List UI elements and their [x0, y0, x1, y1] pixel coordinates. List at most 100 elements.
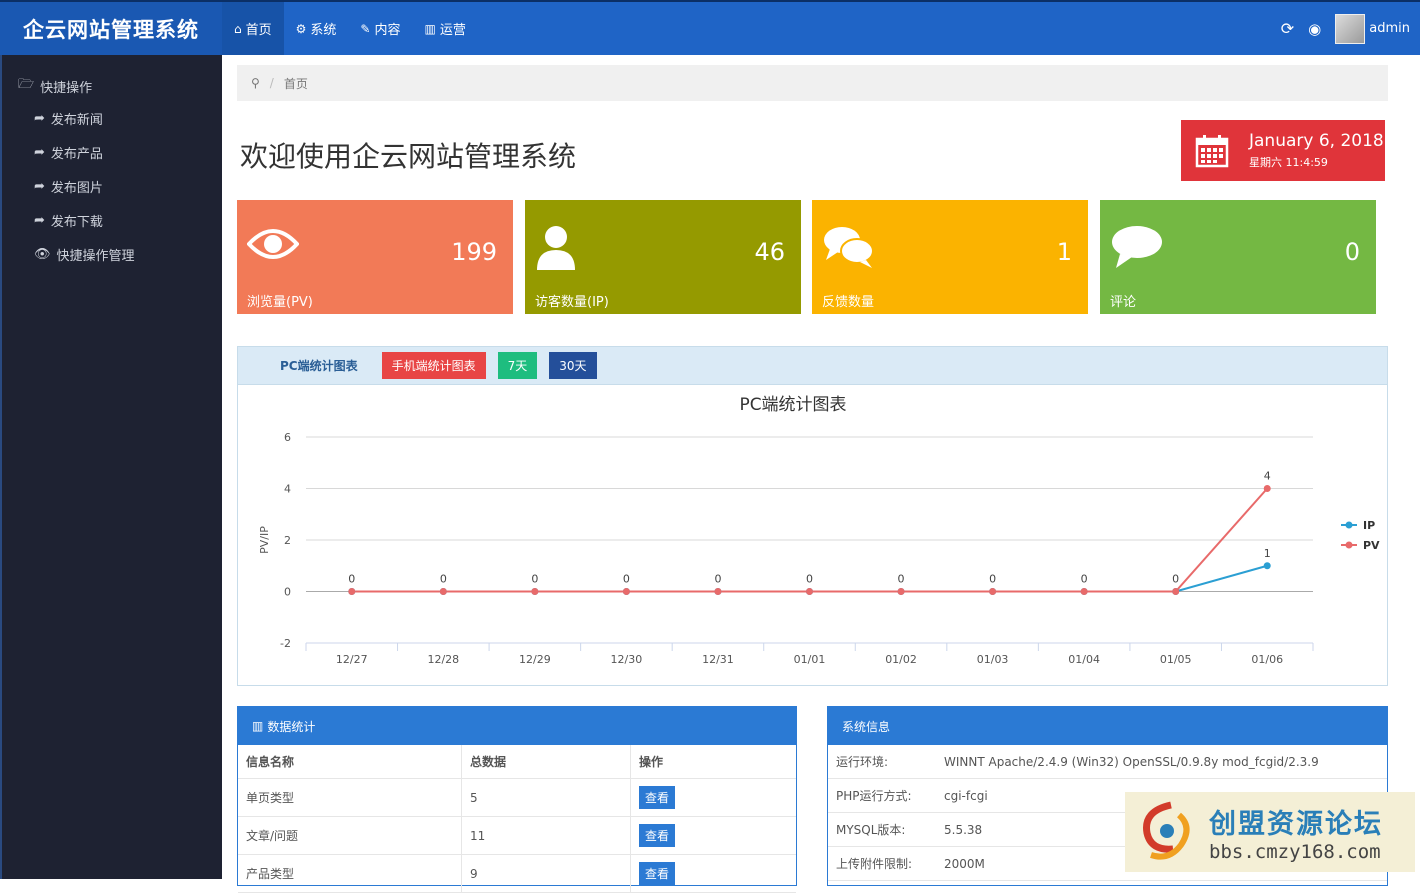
share-arrow-icon: ➦ [34, 111, 45, 126]
data-point-pv [531, 588, 539, 595]
main-nav: ⌂ 首页 ⚙ 系统 ✎ 内容 ▥ 运营 [222, 2, 478, 55]
calendar-icon [1195, 134, 1229, 167]
info-value: 5.5.38 [944, 822, 983, 837]
edit-icon: ✎ [360, 21, 371, 36]
watermark-title: 创盟资源论坛 [1209, 808, 1383, 840]
nav-system[interactable]: ⚙ 系统 [284, 2, 349, 55]
sidebar-item-publish-image[interactable]: ➦ 发布图片 [34, 177, 103, 196]
date-text: January 6, 2018 [1249, 131, 1384, 151]
sidebar-item-label: 发布下载 [50, 215, 103, 230]
data-label: 0 [1172, 573, 1179, 586]
sidebar-header[interactable]: 🗁 快捷操作 [18, 75, 92, 97]
map-marker-icon: ⚲ [251, 76, 260, 90]
app-title[interactable]: 企云网站管理系统 [0, 2, 222, 55]
info-value: WINNT Apache/2.4.9 (Win32) OpenSSL/0.9.8… [944, 754, 1319, 769]
sidebar-item-label: 发布新闻 [50, 113, 103, 128]
sidebar-item-publish-download[interactable]: ➦ 发布下载 [34, 211, 103, 230]
sidebar: 🗁 快捷操作 ➦ 发布新闻 ➦ 发布产品 ➦ 发布图片 ➦ 发布下载 👁 快捷操… [0, 55, 222, 879]
stat-label: 评论 [1110, 295, 1137, 310]
sidebar-item-publish-product[interactable]: ➦ 发布产品 [34, 143, 103, 162]
watermark: 创盟资源论坛 bbs.cmzy168.com [1125, 792, 1415, 872]
eye-small-icon: 👁 [34, 247, 51, 262]
data-stats-panel: ▥ 数据统计 信息名称 总数据 操作 单页类型 5 查看 文章/问题 11 查看… [237, 706, 797, 893]
sidebar-item-shortcut-manage[interactable]: 👁 快捷操作管理 [34, 245, 135, 264]
data-point-pv [714, 588, 722, 595]
data-point-pv [1080, 588, 1088, 595]
date-box: January 6, 2018 星期六 11:4:59 [1181, 120, 1385, 181]
x-tick-label: 12/31 [702, 653, 734, 666]
sidebar-item-label: 发布图片 [50, 181, 103, 196]
table-header-row: 信息名称 总数据 操作 [238, 745, 796, 779]
data-point-pv [622, 588, 630, 595]
view-button[interactable]: 查看 [639, 786, 676, 809]
chart-panel-header: PC端统计图表 手机端统计图表 7天 30天 [238, 347, 1387, 385]
data-point-pv [348, 588, 356, 595]
x-tick-label: 12/28 [427, 653, 459, 666]
view-button[interactable]: 查看 [639, 824, 676, 847]
data-point-pv [806, 588, 813, 595]
data-label: 0 [440, 573, 447, 586]
nav-home[interactable]: ⌂ 首页 [222, 2, 284, 55]
share-arrow-icon: ➦ [34, 179, 45, 194]
weekday-time-text: 星期六 11:4:59 [1249, 156, 1328, 169]
sidebar-item-label: 快捷操作管理 [56, 249, 135, 264]
x-tick-label: 12/30 [611, 653, 643, 666]
stat-card-feedback[interactable]: 1 反馈数量 [812, 200, 1088, 314]
breadcrumb: ⚲ / 首页 [237, 65, 1388, 101]
legend-marker-ip [1345, 521, 1353, 529]
data-label: 0 [714, 573, 721, 586]
sidebar-item-publish-news[interactable]: ➦ 发布新闻 [34, 109, 103, 128]
y-tick-label: 0 [284, 586, 291, 599]
bar-chart-icon: ▥ [252, 719, 264, 733]
data-point-pv [897, 588, 905, 595]
y-tick-label: 2 [284, 534, 291, 547]
line-chart: PC端统计图表 PV/IP 6 4 2 0 -2 12/27 12/28 12/29 12/30 12… [258, 395, 1380, 666]
info-key: 运行环境: [836, 755, 889, 769]
view-button[interactable]: 查看 [639, 862, 676, 885]
page-title: 欢迎使用企云网站管理系统 [240, 140, 577, 173]
y-tick-label: 4 [284, 483, 291, 496]
stat-card-comments[interactable]: 0 评论 [1100, 200, 1376, 314]
x-tick-label: 01/05 [1160, 653, 1192, 666]
x-tick-label: 01/03 [977, 653, 1009, 666]
info-value: cgi-fcgi [944, 788, 988, 803]
column-header: 总数据 [462, 745, 631, 778]
data-label: 0 [531, 573, 538, 586]
stat-card-pv[interactable]: 199 浏览量(PV) [237, 200, 513, 314]
data-point-pv [439, 588, 447, 595]
x-tick-label: 01/06 [1251, 653, 1283, 666]
x-tick-label: 01/04 [1068, 653, 1100, 666]
data-label: 1 [1264, 547, 1271, 560]
top-navbar: 企云网站管理系统 ⌂ 首页 ⚙ 系统 ✎ 内容 ▥ 运营 ⟳ ◉ admin [0, 0, 1420, 55]
globe-icon[interactable]: ◉ [1308, 20, 1321, 38]
stat-label: 反馈数量 [822, 295, 875, 310]
eye-icon [247, 229, 299, 259]
chart-panel: PC端统计图表 手机端统计图表 7天 30天 PC端统计图表 PV/IP 6 4 2 0 -… [237, 346, 1388, 686]
thirty-days-button[interactable]: 30天 [549, 352, 597, 379]
y-tick-label: -2 [280, 637, 291, 650]
refresh-icon[interactable]: ⟳ [1281, 19, 1294, 38]
breadcrumb-current[interactable]: 首页 [284, 75, 308, 92]
stat-value: 199 [451, 238, 497, 266]
system-info-heading: 系统信息 [842, 719, 891, 734]
data-point-ip [1263, 562, 1271, 570]
info-key: MYSQL版本: [836, 823, 906, 837]
legend-marker-pv [1345, 541, 1353, 549]
share-arrow-icon: ➦ [34, 145, 45, 160]
info-key: PHP运行方式: [836, 789, 912, 803]
sidebar-header-label: 快捷操作 [40, 80, 93, 96]
sidebar-item-label: 发布产品 [50, 147, 103, 162]
stat-card-ip[interactable]: 46 访客数量(IP) [525, 200, 801, 314]
nav-operations-label: 运营 [439, 23, 466, 38]
seven-days-button[interactable]: 7天 [497, 352, 538, 379]
data-point-pv [1172, 588, 1180, 595]
table-cell: 5 [462, 779, 631, 816]
nav-content[interactable]: ✎ 内容 [348, 2, 412, 55]
nav-operations[interactable]: ▥ 运营 [413, 2, 478, 55]
top-right-tools: ⟳ ◉ admin [1281, 2, 1410, 55]
gears-icon: ⚙ [295, 21, 307, 36]
stat-value: 0 [1344, 238, 1360, 266]
mobile-chart-button[interactable]: 手机端统计图表 [381, 352, 486, 379]
table-cell: 产品类型 [238, 855, 462, 892]
user-menu[interactable]: admin [1335, 13, 1410, 44]
